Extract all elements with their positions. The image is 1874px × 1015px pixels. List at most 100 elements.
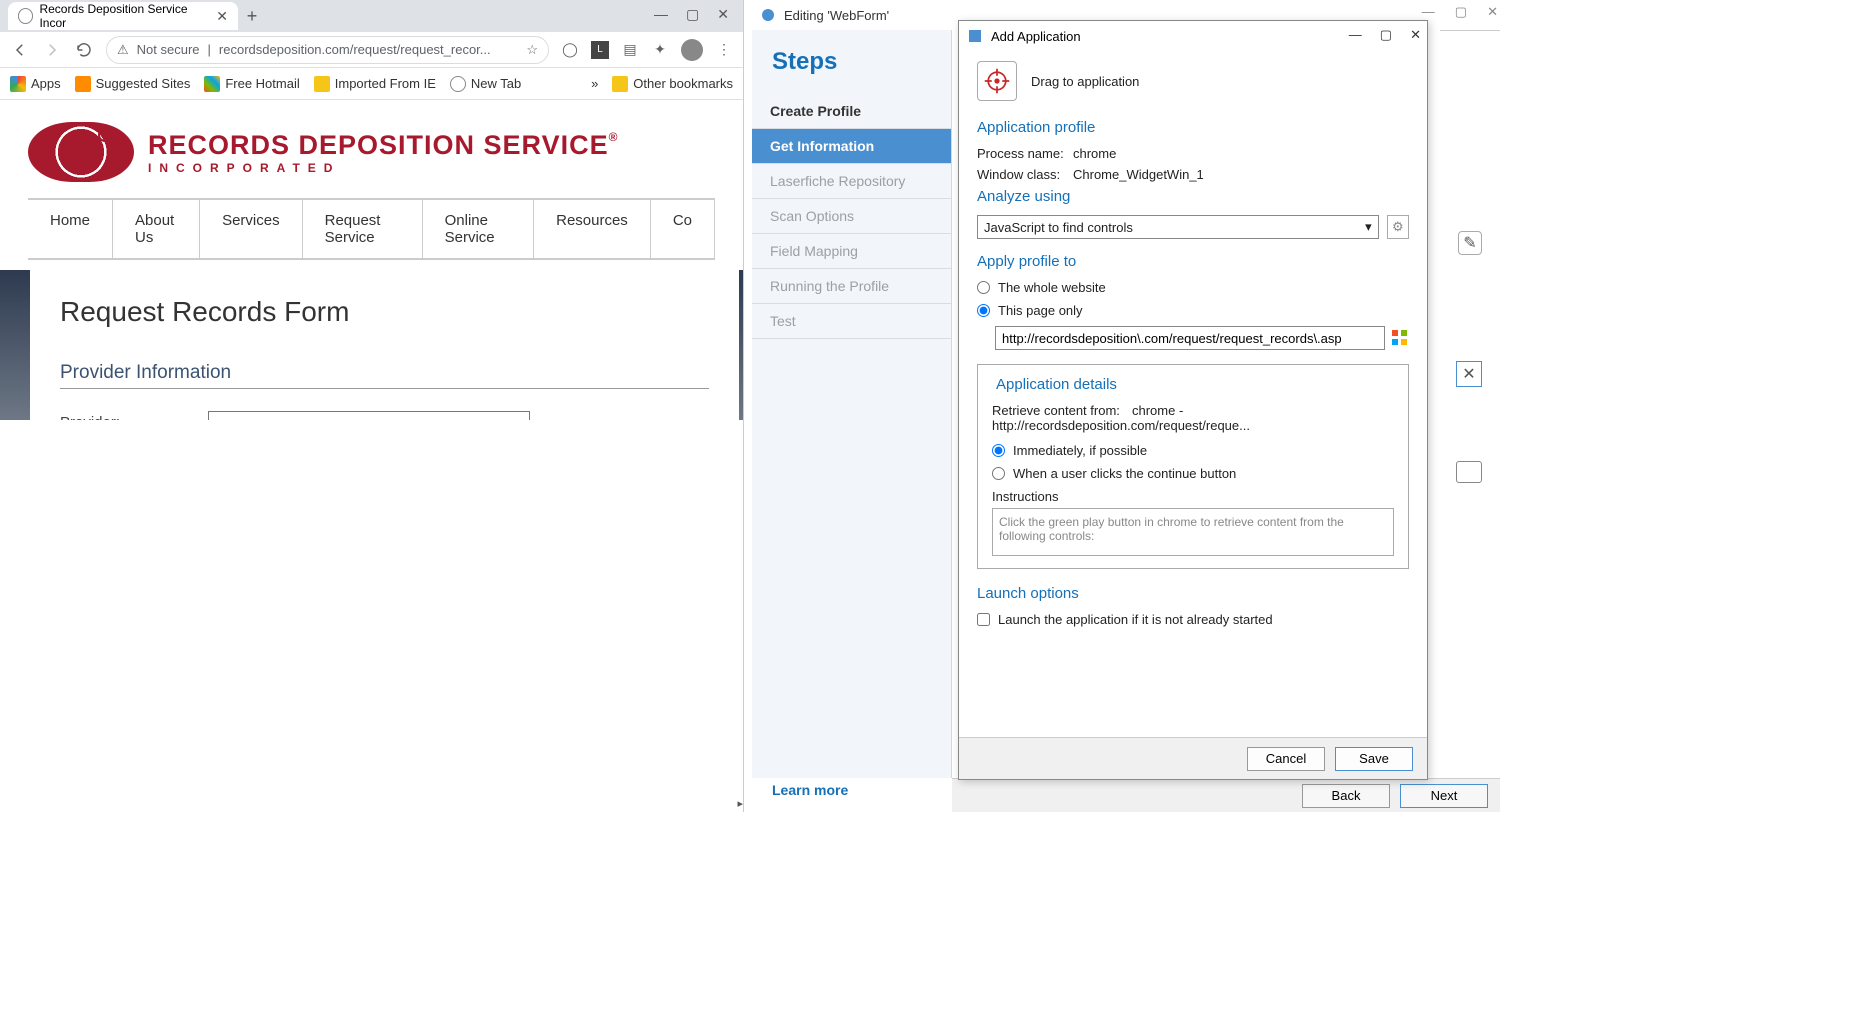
- apps-icon: [10, 76, 26, 92]
- apps-button[interactable]: Apps: [10, 76, 61, 92]
- process-value: chrome: [1073, 146, 1116, 161]
- menu-online[interactable]: Online Service: [423, 200, 534, 258]
- page-content: RECORDS DEPOSITION SERVICE® INCORPORATED…: [0, 100, 743, 812]
- editor-title: Editing 'WebForm': [784, 8, 889, 23]
- analyze-dropdown[interactable]: JavaScript to find controls▾: [977, 215, 1379, 239]
- menu-contact[interactable]: Co: [651, 200, 715, 258]
- instructions-input[interactable]: Click the green play button in chrome to…: [992, 508, 1394, 556]
- dropdown-stub[interactable]: [1456, 461, 1482, 483]
- logo: RECORDS DEPOSITION SERVICE® INCORPORATED: [28, 122, 715, 182]
- menu-about[interactable]: About Us: [113, 200, 200, 258]
- ms-icon: [204, 76, 220, 92]
- radio-whole-website[interactable]: [977, 281, 990, 294]
- chevron-down-icon: ▾: [1365, 219, 1372, 235]
- steps-panel: Steps Create Profile Get Information Las…: [752, 30, 952, 778]
- folder-icon: [314, 76, 330, 92]
- minimize-icon[interactable]: —: [1422, 4, 1435, 20]
- next-button[interactable]: Next: [1400, 784, 1488, 808]
- form-card: Request Records Form Provider Informatio…: [30, 270, 739, 420]
- bookmark-suggested[interactable]: Suggested Sites: [75, 76, 191, 92]
- ext2-icon[interactable]: ▤: [621, 41, 639, 59]
- reload-icon[interactable]: [74, 40, 94, 60]
- close-panel-icon[interactable]: ✕: [1456, 361, 1482, 387]
- forward-icon[interactable]: [42, 40, 62, 60]
- menu-resources[interactable]: Resources: [534, 200, 651, 258]
- bookmark-overflow[interactable]: »: [591, 76, 598, 91]
- step-running[interactable]: Running the Profile: [752, 269, 951, 304]
- close-icon[interactable]: ✕: [1410, 27, 1421, 43]
- radio-page-only[interactable]: [977, 304, 990, 317]
- bookmark-newtab[interactable]: New Tab: [450, 76, 521, 92]
- back-icon[interactable]: [10, 40, 30, 60]
- ext-icon[interactable]: L: [591, 41, 609, 59]
- wclass-label: Window class:: [977, 167, 1073, 182]
- globe-icon: [450, 76, 466, 92]
- step-laserfiche[interactable]: Laserfiche Repository: [752, 164, 951, 199]
- gear-icon[interactable]: ⚙: [1387, 215, 1409, 239]
- minimize-icon[interactable]: —: [654, 6, 668, 23]
- bookmark-hotmail[interactable]: Free Hotmail: [204, 76, 299, 92]
- extensions-icon[interactable]: ✦: [651, 41, 669, 59]
- section-app-profile: Application profile: [977, 119, 1409, 136]
- learn-more-link[interactable]: Learn more: [752, 774, 868, 806]
- grid-icon[interactable]: [1391, 329, 1409, 347]
- address-bar: ⚠ Not secure | recordsdeposition.com/req…: [0, 32, 743, 68]
- menu-request[interactable]: Request Service: [303, 200, 423, 258]
- radio-on-continue[interactable]: [992, 467, 1005, 480]
- provider-label: Provider:: [60, 414, 208, 421]
- chrome-browser: Records Deposition Service Incor ✕ + — ▢…: [0, 0, 744, 812]
- url-separator: |: [208, 42, 211, 57]
- save-button[interactable]: Save: [1335, 747, 1413, 771]
- dialog-title: Add Application: [991, 29, 1081, 44]
- circle-icon[interactable]: ◯: [561, 41, 579, 59]
- retrieve-label: Retrieve content from:: [992, 403, 1132, 418]
- drag-target[interactable]: [977, 61, 1017, 101]
- maximize-icon[interactable]: ▢: [1380, 27, 1392, 43]
- menu-home[interactable]: Home: [28, 200, 113, 258]
- other-bookmarks[interactable]: Other bookmarks: [612, 76, 733, 92]
- maximize-icon[interactable]: ▢: [1455, 4, 1467, 20]
- star-icon[interactable]: ☆: [526, 42, 538, 58]
- url-field[interactable]: ⚠ Not secure | recordsdeposition.com/req…: [106, 36, 549, 64]
- tab-title: Records Deposition Service Incor: [39, 2, 210, 30]
- step-create-profile[interactable]: Create Profile: [752, 94, 951, 129]
- avatar-icon[interactable]: [681, 39, 703, 61]
- dialog-footer: Cancel Save: [959, 737, 1427, 779]
- edit-icon[interactable]: ✎: [1458, 231, 1482, 255]
- provider-input[interactable]: [208, 411, 530, 420]
- bookmark-imported[interactable]: Imported From IE: [314, 76, 436, 92]
- add-application-dialog: Add Application — ▢ ✕ Drag to applicatio…: [958, 20, 1428, 780]
- browser-tab[interactable]: Records Deposition Service Incor ✕: [8, 2, 238, 30]
- new-tab-button[interactable]: +: [238, 2, 266, 30]
- step-get-information[interactable]: Get Information: [752, 129, 951, 164]
- logo-text: RECORDS DEPOSITION SERVICE® INCORPORATED: [148, 130, 618, 175]
- instructions-label: Instructions: [992, 489, 1394, 504]
- radio-immediately[interactable]: [992, 444, 1005, 457]
- step-field-mapping[interactable]: Field Mapping: [752, 234, 951, 269]
- section-analyze: Analyze using: [977, 188, 1409, 205]
- editor-window-controls: — ▢ ✕: [1422, 4, 1498, 20]
- minimize-icon[interactable]: —: [1349, 27, 1362, 43]
- menu-services[interactable]: Services: [200, 200, 303, 258]
- step-scan[interactable]: Scan Options: [752, 199, 951, 234]
- page-url-input[interactable]: [995, 326, 1385, 350]
- dialog-window-controls: — ▢ ✕: [1349, 27, 1421, 43]
- cancel-button[interactable]: Cancel: [1247, 747, 1325, 771]
- close-icon[interactable]: ✕: [1487, 4, 1498, 20]
- page-band: Request Records Form Provider Informatio…: [0, 270, 743, 420]
- menu-icon[interactable]: ⋮: [715, 41, 733, 59]
- section-launch: Launch options: [977, 585, 1409, 602]
- drag-label: Drag to application: [1031, 74, 1139, 89]
- close-icon[interactable]: ✕: [216, 8, 228, 25]
- seal-icon: [28, 122, 134, 182]
- maximize-icon[interactable]: ▢: [686, 6, 699, 23]
- bookmarks-bar: Apps Suggested Sites Free Hotmail Import…: [0, 68, 743, 100]
- app-icon: [760, 7, 776, 23]
- step-test[interactable]: Test: [752, 304, 951, 339]
- close-icon[interactable]: ✕: [717, 6, 729, 23]
- chk-launch-app[interactable]: [977, 613, 990, 626]
- url-text: recordsdeposition.com/request/request_re…: [219, 42, 491, 57]
- back-button[interactable]: Back: [1302, 784, 1390, 808]
- scroll-arrow-icon[interactable]: ▸: [737, 797, 743, 810]
- section-apply: Apply profile to: [977, 253, 1409, 270]
